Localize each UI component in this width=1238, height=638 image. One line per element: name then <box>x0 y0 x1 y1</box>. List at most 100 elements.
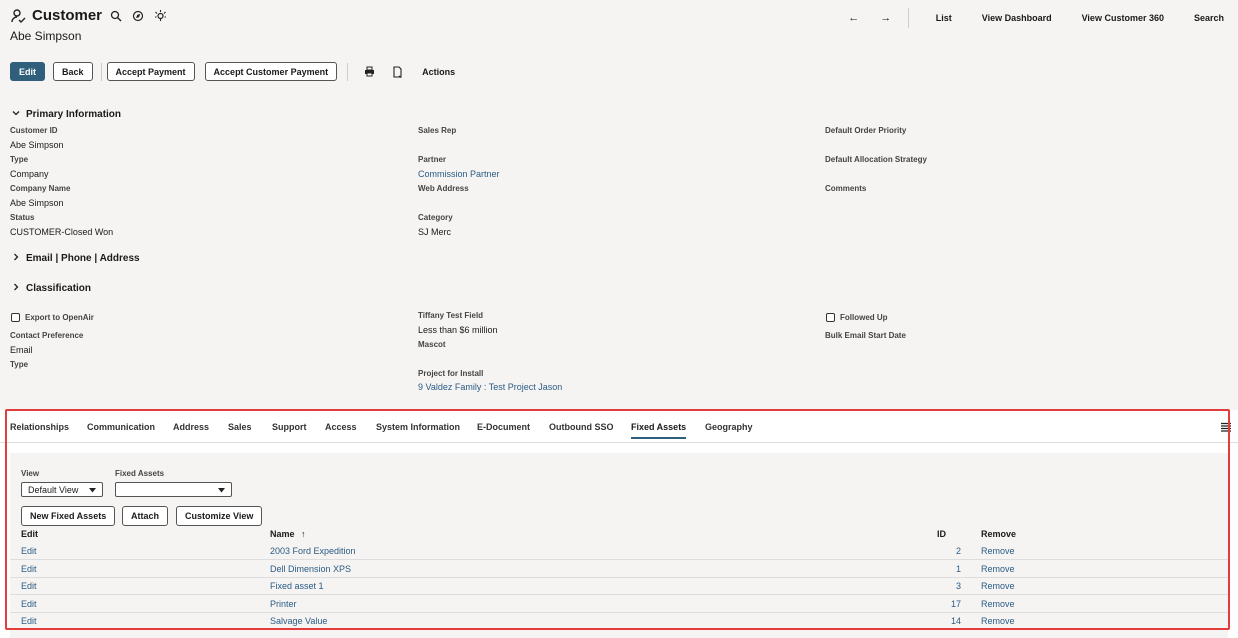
asset-name-link[interactable]: Salvage Value <box>270 616 327 626</box>
sort-ascending-icon: ↑ <box>301 529 306 539</box>
remove-link[interactable]: Remove <box>981 581 1015 591</box>
partner-label: Partner <box>418 155 447 164</box>
remove-link[interactable]: Remove <box>981 616 1015 626</box>
dropdown-arrow-icon <box>89 485 96 495</box>
asset-id: 14 <box>950 616 961 626</box>
tab-system-information[interactable]: System Information <box>376 422 460 432</box>
type-label: Type <box>10 360 29 369</box>
tab-geography[interactable]: Geography <box>705 422 753 432</box>
tab-sales[interactable]: Sales <box>228 422 252 432</box>
column-header-id: ID <box>937 529 946 539</box>
edit-link[interactable]: Edit <box>21 564 37 574</box>
forward-arrow-button[interactable]: → <box>870 12 902 24</box>
document-icon[interactable] <box>387 62 407 81</box>
email-phone-address-header[interactable]: Email | Phone | Address <box>12 253 140 264</box>
search-icon[interactable] <box>108 8 124 24</box>
contact-preference-value: Email <box>10 345 33 355</box>
view-dashboard-link[interactable]: View Dashboard <box>967 13 1067 23</box>
remove-link[interactable]: Remove <box>981 546 1015 556</box>
table-row: Edit Printer 17 Remove <box>10 595 1228 613</box>
print-icon[interactable] <box>359 62 379 81</box>
export-openair-checkbox[interactable] <box>11 313 20 322</box>
divider <box>907 8 909 28</box>
remove-link[interactable]: Remove <box>981 599 1015 609</box>
section-title: Classification <box>26 283 92 294</box>
tab-access[interactable]: Access <box>325 422 357 432</box>
column-header-name[interactable]: Name ↑ <box>270 529 306 539</box>
tab-communication[interactable]: Communication <box>87 422 155 432</box>
actions-menu[interactable]: Actions <box>422 67 455 77</box>
view-select[interactable]: Default View <box>21 482 103 497</box>
edit-link[interactable]: Edit <box>21 581 37 591</box>
tab-relationships[interactable]: Relationships <box>10 422 69 432</box>
asset-id: 17 <box>950 598 961 609</box>
edit-link[interactable]: Edit <box>21 616 37 626</box>
tab-outbound-sso[interactable]: Outbound SSO <box>549 422 614 432</box>
followed-up-label: Followed Up <box>840 313 888 322</box>
customize-view-button[interactable]: Customize View <box>176 506 263 526</box>
view-customer-360-link[interactable]: View Customer 360 <box>1067 13 1179 23</box>
divider <box>347 62 349 81</box>
classification-header[interactable]: Classification <box>12 283 91 294</box>
asset-name-link[interactable]: 2003 Ford Expedition <box>270 546 356 556</box>
category-value: SJ Merc <box>418 227 452 237</box>
project-for-install-link[interactable]: 9 Valdez Family : Test Project Jason <box>418 382 562 392</box>
edit-link[interactable]: Edit <box>21 546 37 556</box>
type-value: Company <box>10 169 49 179</box>
bulk-email-start-date-label: Bulk Email Start Date <box>825 331 906 340</box>
partner-link[interactable]: Commission Partner <box>418 169 500 179</box>
sales-rep-label: Sales Rep <box>418 126 457 135</box>
followed-up-checkbox[interactable] <box>826 313 835 322</box>
edit-link[interactable]: Edit <box>21 599 37 609</box>
section-title: Email | Phone | Address <box>26 253 140 264</box>
hamburger-menu-icon[interactable] <box>1221 422 1231 434</box>
divider <box>100 62 102 81</box>
view-label: View <box>21 469 40 478</box>
back-button[interactable]: Back <box>53 62 93 81</box>
company-name-label: Company Name <box>10 184 71 193</box>
accept-payment-button[interactable]: Accept Payment <box>106 62 195 81</box>
compass-icon[interactable] <box>130 8 146 24</box>
tab-support[interactable]: Support <box>272 422 307 432</box>
top-navigation: ← → List View Dashboard View Customer 36… <box>838 8 1224 28</box>
list-link[interactable]: List <box>921 13 967 23</box>
tiffany-test-field-value: Less than $6 million <box>418 325 498 335</box>
export-openair-label: Export to OpenAir <box>25 313 94 322</box>
customer-id-value: Abe Simpson <box>10 140 64 150</box>
status-value: CUSTOMER-Closed Won <box>10 227 114 237</box>
table-row: Edit Dell Dimension XPS 1 Remove <box>10 560 1228 578</box>
project-for-install-label: Project for Install <box>418 369 484 378</box>
page-title: Customer <box>32 7 103 24</box>
accept-customer-payment-button[interactable]: Accept Customer Payment <box>204 62 338 81</box>
asset-name-link[interactable]: Fixed asset 1 <box>270 581 324 591</box>
asset-id: 2 <box>955 546 961 556</box>
fixed-assets-sublist: View Default View Fixed Assets New Fixed… <box>10 453 1228 638</box>
contact-preference-label: Contact Preference <box>10 331 84 340</box>
primary-information-header[interactable]: Primary Information <box>12 109 121 120</box>
search-link[interactable]: Search <box>1179 13 1224 23</box>
tab-e-document[interactable]: E-Document <box>477 422 530 432</box>
chevron-down-icon <box>12 109 20 120</box>
attach-button[interactable]: Attach <box>122 506 169 526</box>
remove-link[interactable]: Remove <box>981 564 1015 574</box>
back-arrow-button[interactable]: ← <box>838 12 870 24</box>
asset-name-link[interactable]: Dell Dimension XPS <box>270 564 351 574</box>
table-row: Edit Fixed asset 1 3 Remove <box>10 577 1228 595</box>
fixed-assets-filter-select[interactable] <box>115 482 232 497</box>
fixed-assets-filter-label: Fixed Assets <box>115 469 165 478</box>
customer-id-label: Customer ID <box>10 126 58 135</box>
table-row: Edit Salvage Value 14 Remove <box>10 612 1228 630</box>
customer-icon <box>10 8 26 24</box>
section-title: Primary Information <box>26 109 122 120</box>
title-row: Customer <box>10 7 168 24</box>
record-header: Customer Abe Simpson ← → List View Dashb… <box>0 0 1238 95</box>
edit-button[interactable]: Edit <box>10 62 45 81</box>
idea-icon[interactable] <box>152 8 168 24</box>
new-fixed-assets-button[interactable]: New Fixed Assets <box>21 506 116 526</box>
record-body: Primary Information Customer ID Abe Simp… <box>0 95 1238 410</box>
column-header-name-label: Name <box>270 529 295 539</box>
table-row: Edit 2003 Ford Expedition 2 Remove <box>10 542 1228 560</box>
tab-fixed-assets[interactable]: Fixed Assets <box>631 422 687 439</box>
asset-name-link[interactable]: Printer <box>270 599 297 609</box>
tab-address[interactable]: Address <box>173 422 209 432</box>
